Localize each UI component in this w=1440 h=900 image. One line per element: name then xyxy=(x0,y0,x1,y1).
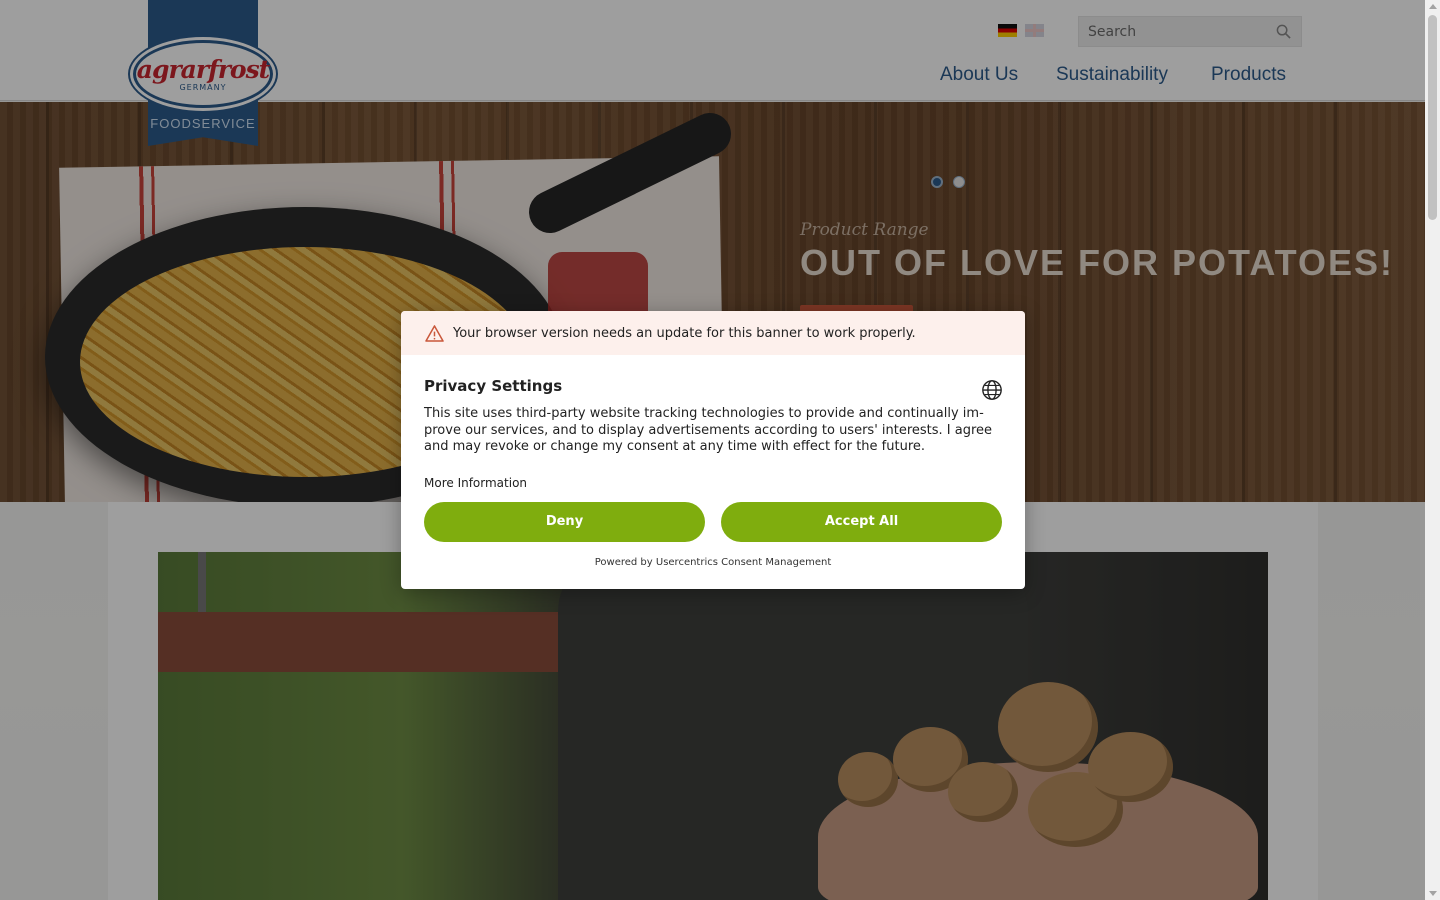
scroll-up-arrow-icon[interactable] xyxy=(1429,4,1437,9)
deny-button[interactable]: Deny xyxy=(424,501,705,542)
scrollbar-thumb[interactable] xyxy=(1428,15,1437,220)
page-scrollbar[interactable] xyxy=(1425,0,1440,900)
scroll-down-arrow-icon[interactable] xyxy=(1429,891,1437,896)
powered-by-text: Powered by Usercentrics Consent Manageme… xyxy=(594,556,832,568)
consent-title: Privacy Settings xyxy=(424,377,563,395)
warning-icon xyxy=(425,324,444,342)
consent-description: This site uses third-party website track… xyxy=(424,406,993,454)
more-information-link[interactable]: More Information xyxy=(424,476,527,490)
consent-buttons: Deny Accept All xyxy=(424,501,1002,542)
browser-warning-banner: Your browser version needs an update for… xyxy=(401,311,1025,355)
globe-language-icon[interactable] xyxy=(981,379,1003,401)
privacy-consent-dialog: Your browser version needs an update for… xyxy=(401,311,1025,589)
consent-body: Privacy Settings This site uses third-pa… xyxy=(401,355,1025,568)
accept-all-button[interactable]: Accept All xyxy=(721,501,1002,542)
browser-warning-text: Your browser version needs an update for… xyxy=(453,325,916,341)
